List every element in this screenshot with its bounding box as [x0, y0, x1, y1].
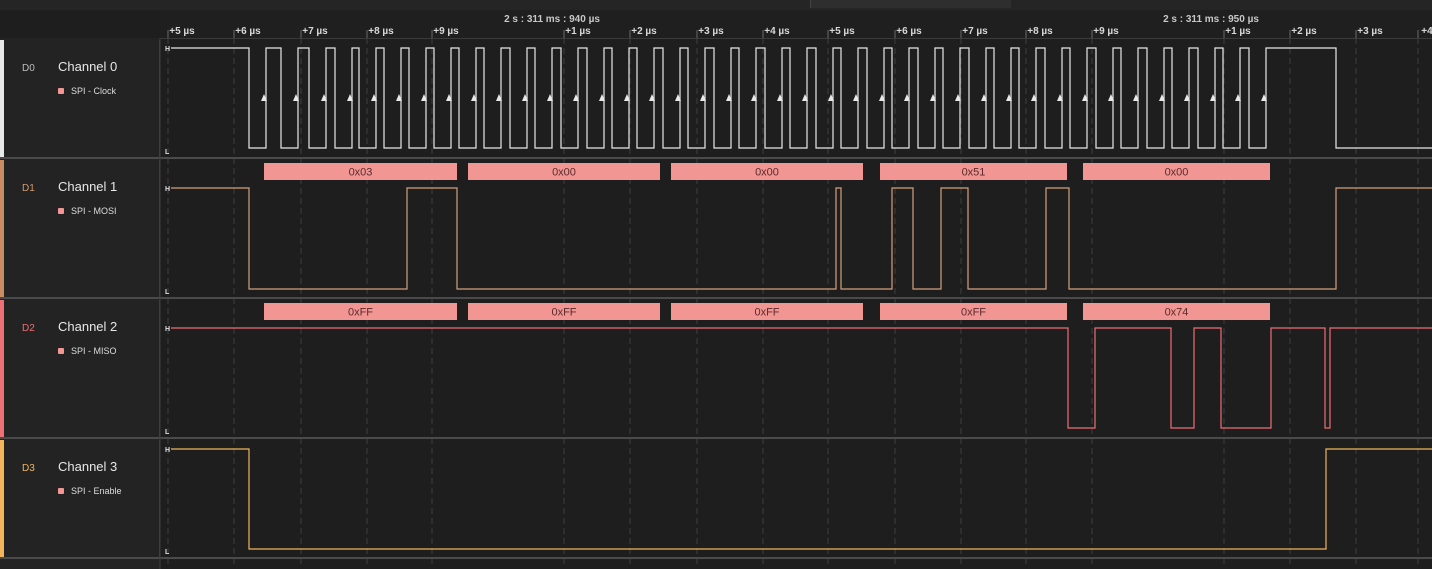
- miso-waveform: [171, 327, 1432, 429]
- enable-waveform: [171, 448, 1432, 550]
- waveform-view[interactable]: +5 µs +6 µs +7 µs +8 µs +9 µs +1 µs +2 µs +3 µs…: [0, 0, 1432, 569]
- ruler-tick-label: +2 µs: [631, 26, 657, 37]
- miso-byte-bubble-label: 0x74: [1165, 307, 1189, 319]
- ruler-tick-label: +5 µs: [169, 26, 195, 37]
- ruler-tick-label: +9 µs: [1093, 26, 1119, 37]
- absolute-time-label: 2 s : 311 ms : 950 µs: [1163, 14, 1259, 25]
- mosi-byte-bubble-label: 0x00: [552, 167, 576, 179]
- ruler-tick-label: +2 µs: [1291, 26, 1317, 37]
- mosi-byte-bubble-label: 0x00: [755, 167, 779, 179]
- level-low-marker: L: [165, 149, 170, 156]
- level-high-marker: H: [165, 447, 170, 454]
- miso-byte-bubble-label: 0xFF: [754, 307, 779, 319]
- ruler-tick-label: +3 µs: [1357, 26, 1383, 37]
- level-low-marker: L: [165, 429, 170, 436]
- clock-waveform: [171, 47, 1432, 149]
- level-low-marker: L: [165, 549, 170, 556]
- level-high-marker: H: [165, 186, 170, 193]
- miso-byte-bubble-label: 0xFF: [961, 307, 986, 319]
- level-high-marker: H: [165, 46, 170, 53]
- ruler-tick-label: +4: [1421, 26, 1432, 37]
- ruler-tick-label: +8 µs: [1027, 26, 1053, 37]
- ruler-tick-label: +1 µs: [1225, 26, 1251, 37]
- ruler-tick-label: +7 µs: [302, 26, 328, 37]
- miso-byte-bubble-label: 0xFF: [348, 307, 373, 319]
- ruler-tick-label: +6 µs: [896, 26, 922, 37]
- ruler-tick-label: +5 µs: [829, 26, 855, 37]
- absolute-time-label: 2 s : 311 ms : 940 µs: [504, 14, 600, 25]
- mosi-byte-bubble-label: 0x03: [349, 167, 373, 179]
- level-high-marker: H: [165, 326, 170, 333]
- mosi-byte-bubble-label: 0x00: [1165, 167, 1189, 179]
- ruler-tick-label: +6 µs: [235, 26, 261, 37]
- mosi-waveform: [171, 187, 1432, 290]
- miso-byte-bubble-label: 0xFF: [551, 307, 576, 319]
- ruler-tick-label: +8 µs: [368, 26, 394, 37]
- level-low-marker: L: [165, 289, 170, 296]
- ruler-tick-label: +9 µs: [433, 26, 459, 37]
- ruler-tick-label: +1 µs: [565, 26, 591, 37]
- ruler-tick-label: +7 µs: [962, 26, 988, 37]
- ruler-tick-label: +4 µs: [764, 26, 790, 37]
- ruler-tick-label: +3 µs: [698, 26, 724, 37]
- mosi-byte-bubble-label: 0x51: [962, 167, 986, 179]
